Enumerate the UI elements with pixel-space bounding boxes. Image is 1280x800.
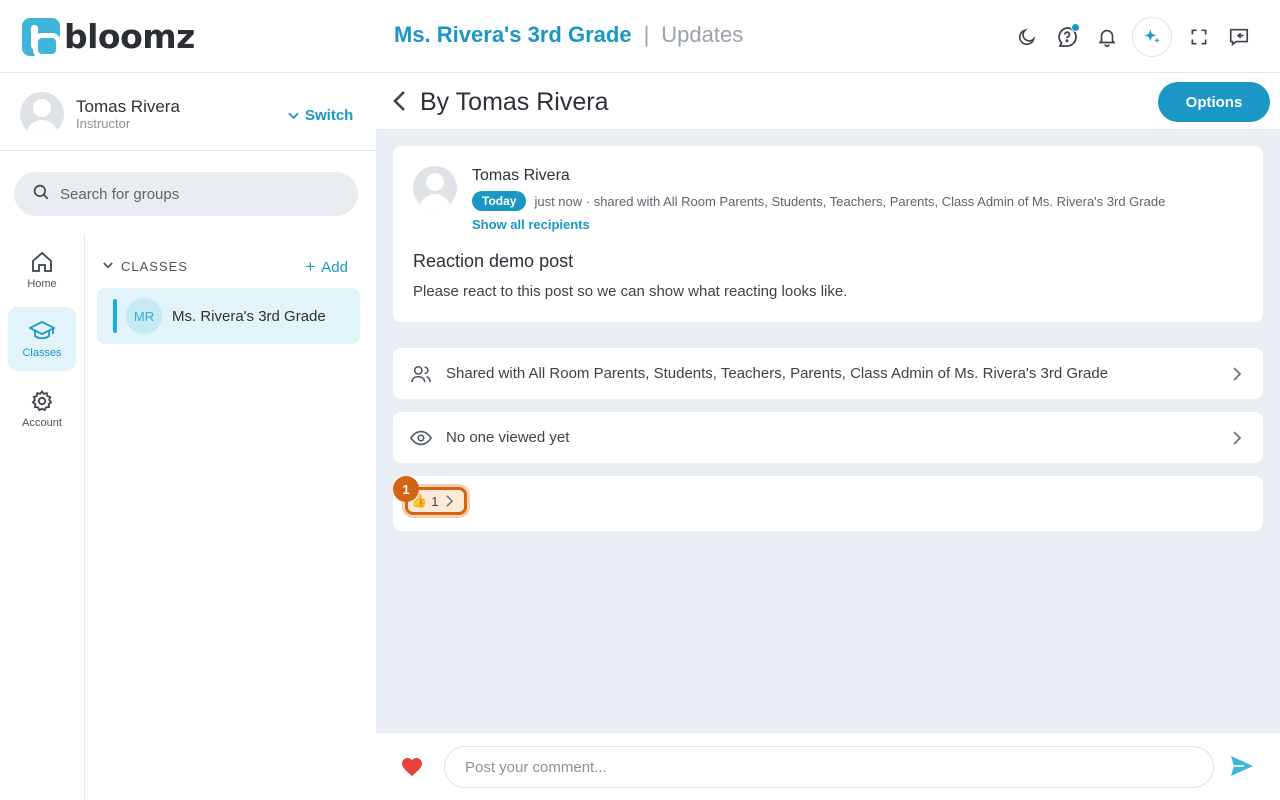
collapse-panel-icon[interactable] <box>1220 18 1258 56</box>
chevron-right-icon <box>1233 430 1241 445</box>
groups-panel: CLASSES + Add MR Ms. Rivera's 3rd Grade <box>85 234 376 800</box>
plus-icon: + <box>305 257 316 276</box>
bloomz-logo[interactable]: bloomz <box>22 17 195 59</box>
group-initials: MR <box>126 298 162 334</box>
nav-item-account[interactable]: Account <box>8 377 76 441</box>
chevron-right-icon <box>1233 366 1241 381</box>
date-badge: Today <box>472 191 527 211</box>
bloomz-logo-icon <box>22 17 61 59</box>
step-number-badge: 1 <box>393 476 419 502</box>
graduation-cap-icon <box>29 320 55 340</box>
chevron-down-icon <box>103 261 113 272</box>
classes-section-header[interactable]: CLASSES <box>103 259 188 274</box>
heading-separator: | <box>643 22 650 47</box>
group-name: Ms. Rivera's 3rd Grade <box>172 307 326 325</box>
back-button[interactable] <box>386 87 412 115</box>
nav-label-classes: Classes <box>22 347 62 359</box>
profile-role: Instructor <box>76 116 131 131</box>
heading-section: Updates <box>661 22 744 47</box>
heading-class-name[interactable]: Ms. Rivera's 3rd Grade <box>394 22 632 48</box>
users-icon <box>411 365 431 382</box>
options-button[interactable]: Options <box>1158 82 1270 122</box>
eye-icon <box>410 430 432 445</box>
expand-icon[interactable] <box>1180 18 1218 56</box>
top-icons <box>1006 17 1258 57</box>
page-title: By Tomas Rivera <box>420 88 609 116</box>
logo-text: bloomz <box>64 17 195 56</box>
nav-label-account: Account <box>22 417 62 429</box>
home-icon <box>32 251 52 272</box>
main-content: Tomas Rivera Today just now · shared wit… <box>376 130 1280 732</box>
nav-item-classes[interactable]: Classes <box>8 307 76 371</box>
post-meta: Today just now · shared with All Room Pa… <box>472 191 1165 211</box>
search-icon <box>32 183 50 206</box>
add-label: Add <box>321 258 348 276</box>
nav-rail: Home Classes Account <box>0 234 85 800</box>
switch-button[interactable]: Switch <box>288 107 353 124</box>
shared-with-row[interactable]: Shared with All Room Parents, Students, … <box>393 348 1263 399</box>
sparkle-icon[interactable] <box>1132 17 1172 57</box>
chevron-left-icon <box>393 91 405 111</box>
moon-icon[interactable] <box>1008 18 1046 56</box>
profile-name: Tomas Rivera <box>76 97 180 116</box>
post-title: Reaction demo post <box>413 251 574 271</box>
page-heading: Ms. Rivera's 3rd Grade | Updates <box>394 22 743 48</box>
author-avatar[interactable] <box>413 166 457 210</box>
post-card: Tomas Rivera Today just now · shared wit… <box>393 146 1263 322</box>
top-bar: bloomz Ms. Rivera's 3rd Grade | Updates <box>0 0 1280 73</box>
switch-label: Switch <box>305 107 354 124</box>
show-all-recipients-link[interactable]: Show all recipients <box>472 217 590 232</box>
chevron-right-icon <box>446 495 454 507</box>
nav-item-home[interactable]: Home <box>8 238 76 302</box>
search-input[interactable] <box>60 185 340 203</box>
post-meta-text: just now · shared with All Room Parents,… <box>534 193 1166 209</box>
help-chat-icon[interactable] <box>1048 18 1086 56</box>
chevron-down-icon <box>288 109 299 123</box>
classes-section-label: CLASSES <box>121 259 188 274</box>
main-header: By Tomas Rivera Options <box>376 73 1280 130</box>
post-author[interactable]: Tomas Rivera <box>472 167 570 185</box>
viewed-text: No one viewed yet <box>446 429 570 446</box>
reactions-card: 👍 1 1 <box>393 476 1263 531</box>
group-item[interactable]: MR Ms. Rivera's 3rd Grade <box>97 288 360 344</box>
gear-icon <box>31 390 53 412</box>
profile-section: Tomas Rivera Instructor Switch <box>0 73 376 151</box>
profile-avatar[interactable] <box>20 92 64 136</box>
search-section <box>0 151 376 234</box>
send-icon[interactable] <box>1230 755 1254 782</box>
shared-with-text: Shared with All Room Parents, Students, … <box>446 365 1109 382</box>
search-box[interactable] <box>14 172 358 216</box>
comment-bar <box>376 732 1280 800</box>
bell-icon[interactable] <box>1088 18 1126 56</box>
add-class-button[interactable]: + Add <box>305 257 348 277</box>
comment-input[interactable] <box>444 746 1214 788</box>
viewed-row[interactable]: No one viewed yet <box>393 412 1263 463</box>
help-notification-dot <box>1071 23 1080 32</box>
nav-label-home: Home <box>27 278 57 290</box>
post-body: Please react to this post so we can show… <box>413 283 848 300</box>
active-indicator <box>113 299 117 333</box>
heart-icon[interactable] <box>400 755 424 782</box>
reaction-count: 1 <box>431 493 439 509</box>
